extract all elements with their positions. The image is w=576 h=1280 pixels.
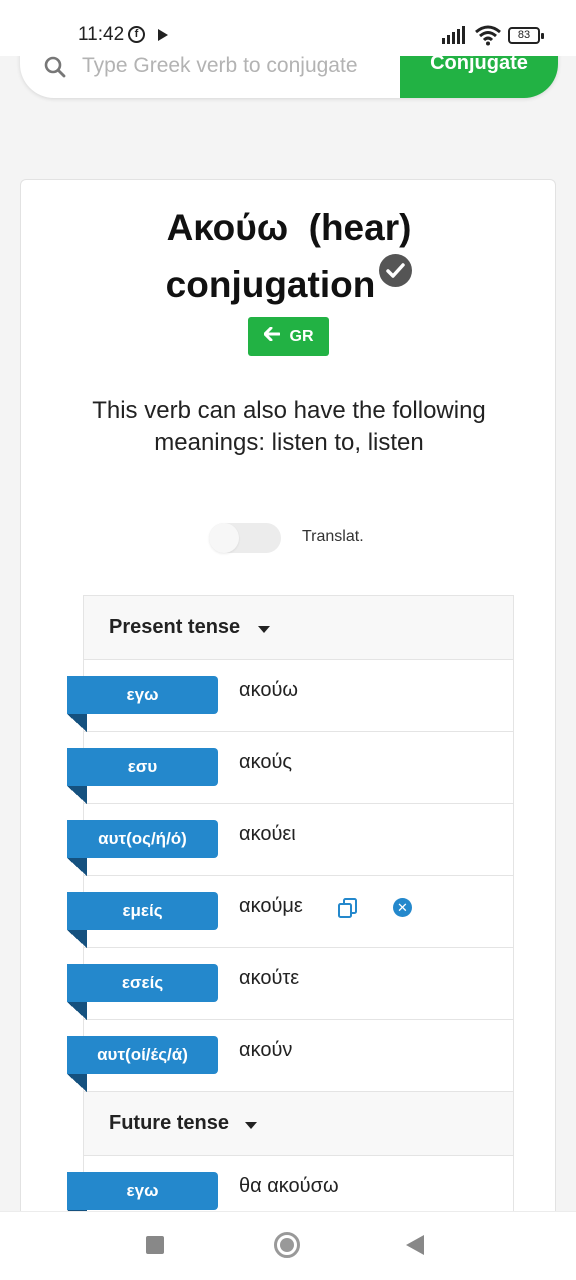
system-nav-bar [0,1211,576,1280]
title-line-1: Ακούω (hear) [166,207,412,248]
ribbon-fold [67,858,87,876]
nav-recents-icon[interactable] [146,1236,164,1254]
title-conjugation-text: conjugation [165,264,376,305]
ribbon-fold [67,714,87,732]
caret-down-icon [258,626,270,633]
page-title: Ακούω (hear) conjugation [21,202,557,311]
pronoun-tag: αυτ(ος/ή/ό) [67,820,218,858]
ribbon-fold [67,786,87,804]
tense-name: Present tense [109,616,241,638]
battery-icon: 83 [508,27,544,44]
clear-icon[interactable]: ✕ [393,898,412,917]
title-line-2: conjugation [21,254,557,311]
wifi-icon [475,25,501,46]
pronoun-tag: εγω [67,676,218,714]
conjugation-card: Ακούω (hear) conjugation GR This verb ca… [20,179,556,1279]
tense-header-present[interactable]: Present tense [84,596,513,660]
tense-name: Future tense [109,1112,230,1134]
search-icon [44,56,66,78]
status-time: 11:42 [78,24,125,45]
pronoun-tag: εγω [67,1172,218,1210]
meanings-text: This verb can also have the following me… [92,397,486,456]
nav-home-icon[interactable] [274,1232,300,1258]
pronoun-tag: εμείς [67,892,218,930]
status-bar: 11:42 f 83 [0,0,576,56]
verb-form: ακούτε [239,967,300,989]
play-notification-icon [158,29,168,41]
check-circle-icon [379,254,413,287]
tense-header-future[interactable]: Future tense [84,1092,513,1156]
pronoun-tag: αυτ(οί/ές/ά) [67,1036,218,1074]
table-row: εμείς ακούμε ✕ [67,876,513,948]
copy-icon[interactable] [337,897,359,919]
verb-form: θα ακούσω [239,1175,339,1197]
language-back-button[interactable]: GR [248,317,329,356]
conjugation-table: Present tense εγω ακούω εσυ ακούς αυτ(ος… [67,595,514,1228]
ribbon-fold [67,1074,87,1092]
table-row: εσείς ακούτε [67,948,513,1020]
table-row: αυτ(ος/ή/ό) ακούει [67,804,513,876]
table-row: εγω ακούω [67,660,513,732]
table-row: εσυ ακούς [67,732,513,804]
verb-form: ακούω [239,679,298,701]
language-code: GR [289,328,314,345]
translation-toggle-label: Translat. [302,528,364,545]
verb-form: ακούει [239,823,296,845]
facebook-notification-icon: f [128,26,145,43]
ribbon-fold [67,930,87,948]
nav-back-icon[interactable] [406,1235,424,1255]
caret-down-icon [245,1122,257,1129]
signal-icon [442,26,468,44]
verb-form: ακούμε [239,895,303,917]
pronoun-tag: εσείς [67,964,218,1002]
toggle-knob [209,523,239,553]
translation-toggle[interactable] [209,523,281,553]
table-row: αυτ(οί/ές/ά) ακούν [67,1020,513,1092]
arrow-left-icon [263,326,280,346]
verb-form: ακούς [239,751,293,773]
ribbon-fold [67,1002,87,1020]
pronoun-tag: εσυ [67,748,218,786]
verb-form: ακούν [239,1039,293,1061]
